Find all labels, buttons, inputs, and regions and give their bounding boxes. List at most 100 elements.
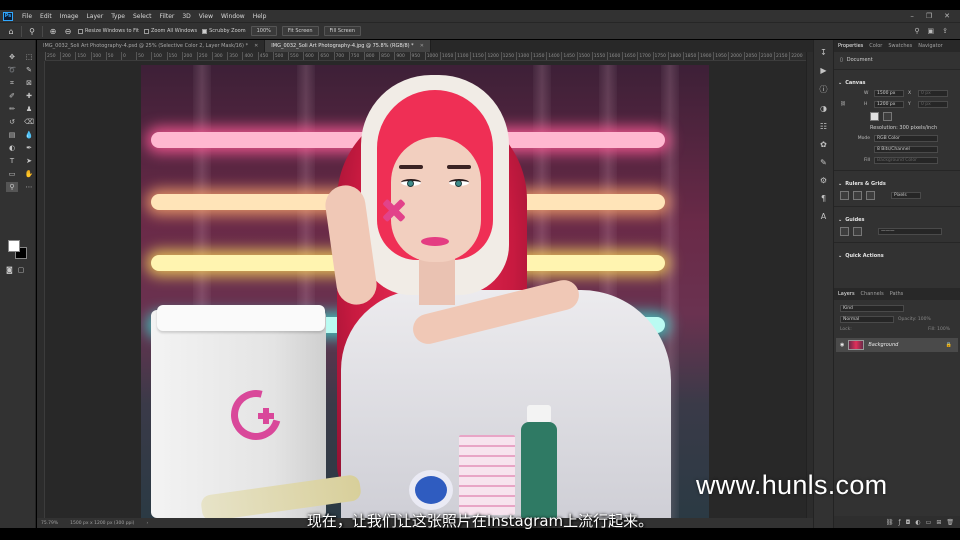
eye-icon[interactable]: ◉ (840, 342, 844, 348)
zoom-in-icon[interactable]: ⊕ (48, 27, 58, 36)
menu-3d[interactable]: 3D (178, 13, 194, 20)
x-field[interactable]: 0 px (918, 90, 948, 97)
blend-mode-select[interactable]: Normal (840, 316, 894, 323)
guide-style-select[interactable]: ——— (878, 228, 942, 235)
scrubby-zoom-checkbox[interactable]: Scrubby Zoom (202, 28, 246, 34)
lock-icon[interactable]: 🔒 (946, 342, 952, 348)
adjustments-icon[interactable]: ◑ (820, 104, 827, 113)
tab-document-jpg[interactable]: IMG_0032_Soli Art Photography-4.jpg @ 75… (265, 40, 431, 52)
mode-select[interactable]: RGB Color (874, 135, 938, 142)
more-tools-icon[interactable]: ⋯ (23, 182, 35, 192)
eraser-tool-icon[interactable]: ⌫ (23, 117, 35, 127)
history-icon[interactable]: ↧ (820, 48, 827, 57)
menu-edit[interactable]: Edit (36, 13, 56, 20)
tab-navigator[interactable]: Navigator (918, 43, 942, 49)
ruler-toggle-button[interactable] (840, 191, 849, 200)
height-field[interactable]: 1200 px (874, 101, 904, 108)
fill-screen-button[interactable]: Fill Screen (323, 26, 362, 36)
layer-background[interactable]: ◉ Background 🔒 (836, 338, 958, 352)
canvas-scrollbar[interactable] (806, 52, 813, 518)
styles-icon[interactable]: ✿ (820, 140, 827, 149)
tab-layers[interactable]: Layers (838, 291, 855, 297)
menu-layer[interactable]: Layer (82, 13, 107, 20)
fill-control[interactable]: Fill: 100% (928, 327, 950, 332)
close-icon[interactable]: ✕ (944, 12, 950, 20)
layer-kind-filter[interactable]: Kind (840, 305, 904, 312)
marquee-tool-icon[interactable]: ⬚ (23, 52, 35, 62)
guide-color-button[interactable] (853, 227, 862, 236)
quick-select-tool-icon[interactable]: ✎ (23, 65, 35, 75)
zoom-tool-icon[interactable]: ⚲ (27, 27, 37, 36)
lasso-tool-icon[interactable]: ➰ (6, 65, 18, 75)
info-icon[interactable]: ⓘ (820, 84, 828, 95)
guide-toggle-button[interactable] (840, 227, 849, 236)
tab-channels[interactable]: Channels (861, 291, 884, 297)
menu-type[interactable]: Type (107, 13, 129, 20)
menu-help[interactable]: Help (249, 13, 271, 20)
ruler-units-select[interactable]: Pixels (891, 192, 921, 199)
workspace-icon[interactable]: ▣ (928, 27, 935, 35)
brushes-icon[interactable]: ✎ (820, 158, 827, 167)
actions-icon[interactable]: ▶ (820, 66, 826, 75)
menu-view[interactable]: View (195, 13, 217, 20)
width-field[interactable]: 1500 px (874, 90, 904, 97)
document-image[interactable] (141, 65, 709, 518)
fit-screen-button[interactable]: Fit Screen (281, 26, 319, 36)
foreground-color-swatch[interactable] (8, 240, 20, 252)
home-icon[interactable]: ⌂ (6, 27, 16, 36)
menu-window[interactable]: Window (217, 13, 249, 20)
blur-tool-icon[interactable]: 💧 (23, 130, 35, 140)
path-select-tool-icon[interactable]: ➤ (23, 156, 35, 166)
y-field[interactable]: 0 px (918, 101, 948, 108)
restore-icon[interactable]: ❐ (926, 12, 932, 20)
grid-toggle-button[interactable] (853, 191, 862, 200)
eyedropper-tool-icon[interactable]: ✐ (6, 91, 18, 101)
tab-swatches[interactable]: Swatches (888, 43, 912, 49)
character-icon[interactable]: A (821, 212, 826, 221)
bit-depth-select[interactable]: 8 Bits/Channel (874, 146, 938, 153)
frame-tool-icon[interactable]: ⊠ (23, 78, 35, 88)
libraries-icon[interactable]: ☷ (820, 122, 827, 131)
zoom-100-button[interactable]: 100% (250, 26, 277, 36)
color-swatches[interactable] (8, 240, 30, 260)
clone-source-icon[interactable]: ⚙ (820, 176, 827, 185)
quick-actions-section-title[interactable]: ⌄ Quick Actions (834, 247, 960, 261)
close-tab-icon[interactable]: ✕ (254, 43, 258, 49)
share-icon[interactable]: ⇪ (942, 27, 948, 35)
brush-tool-icon[interactable]: ✏ (6, 104, 18, 114)
close-tab-icon[interactable]: ✕ (420, 43, 424, 49)
pixel-grid-toggle-button[interactable] (866, 191, 875, 200)
zoom-all-windows-checkbox[interactable]: Zoom All Windows (144, 28, 197, 34)
horizontal-ruler[interactable]: 250 200 150 100 50 0 50 100 150 200 250 300 350 400 45… (45, 52, 806, 61)
canvas-area[interactable] (45, 61, 806, 518)
minimize-icon[interactable]: – (910, 12, 914, 20)
resize-windows-checkbox[interactable]: Resize Windows to Fit (78, 28, 139, 34)
tab-document-psd[interactable]: IMG_0032_Soli Art Photography-4.psd @ 25… (37, 40, 266, 52)
screen-mode-icon[interactable]: ▢ (18, 266, 25, 274)
move-tool-icon[interactable]: ✥ (6, 52, 18, 62)
search-icon[interactable]: ⚲ (914, 27, 919, 35)
menu-file[interactable]: File (18, 13, 36, 20)
portrait-orientation-button[interactable] (870, 112, 879, 121)
fill-select[interactable]: Background Color (874, 157, 938, 164)
type-tool-icon[interactable]: T (6, 156, 18, 166)
menu-image[interactable]: Image (56, 13, 83, 20)
paragraph-icon[interactable]: ¶ (821, 194, 826, 203)
opacity-control[interactable]: Opacity: 100% (898, 317, 931, 322)
vertical-ruler[interactable] (37, 61, 45, 518)
landscape-orientation-button[interactable] (883, 112, 892, 121)
stamp-tool-icon[interactable]: ♟ (23, 104, 35, 114)
pen-tool-icon[interactable]: ✒ (23, 143, 35, 153)
healing-brush-tool-icon[interactable]: ✚ (23, 91, 35, 101)
shape-tool-icon[interactable]: ▭ (6, 169, 18, 179)
gradient-tool-icon[interactable]: ▤ (6, 130, 18, 140)
tab-properties[interactable]: Properties (838, 43, 863, 49)
menu-select[interactable]: Select (129, 13, 156, 20)
guides-section-title[interactable]: ⌄ Guides (834, 211, 960, 225)
zoom-out-icon[interactable]: ⊖ (63, 27, 73, 36)
crop-tool-icon[interactable]: ⌗ (6, 78, 18, 88)
tab-color[interactable]: Color (869, 43, 882, 49)
dodge-tool-icon[interactable]: ◐ (6, 143, 18, 153)
rulers-grids-section-title[interactable]: ⌄ Rulers & Grids (834, 175, 960, 189)
tab-paths[interactable]: Paths (890, 291, 904, 297)
